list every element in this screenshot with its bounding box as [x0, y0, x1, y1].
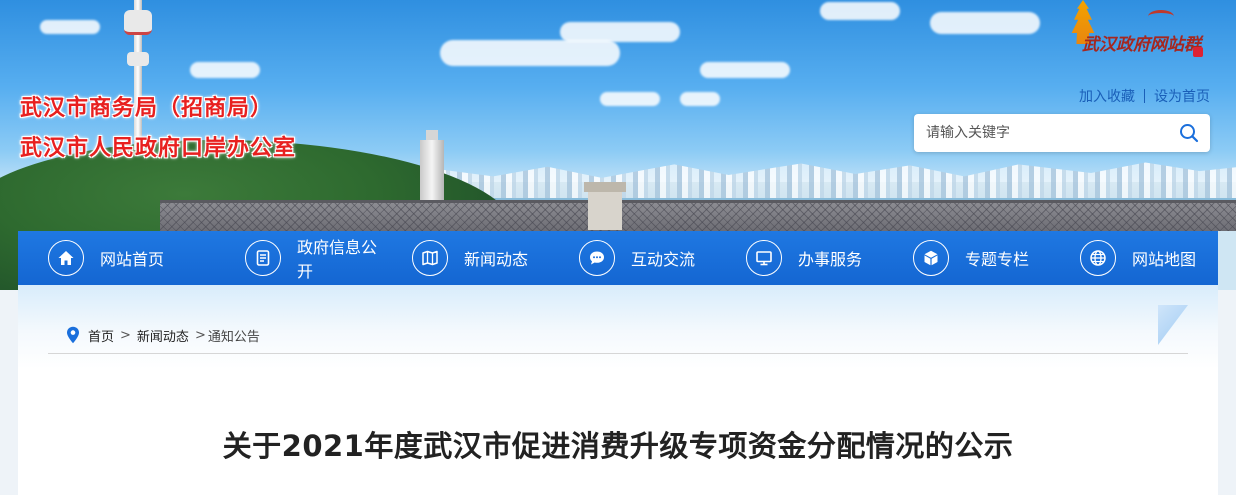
cloud	[190, 62, 260, 78]
nav-item-label: 互动交流	[631, 250, 696, 269]
nav-item-news[interactable]: 新闻动态	[382, 231, 549, 285]
cloud	[680, 92, 720, 106]
search-icon[interactable]	[1178, 122, 1200, 144]
nav-item-label: 办事服务	[798, 250, 863, 269]
set-homepage-link[interactable]: 设为首页	[1154, 86, 1210, 106]
breadcrumb-notices[interactable]: 通知公告	[208, 326, 260, 345]
breadcrumb-news[interactable]: 新闻动态	[137, 326, 189, 345]
nav-item-label: 专题专栏	[965, 250, 1030, 269]
nav-item-label: 新闻动态	[464, 250, 529, 269]
cloud	[560, 22, 680, 42]
chat-icon	[579, 240, 615, 276]
nav-item-gov-info[interactable]: 政府信息公开	[215, 231, 382, 285]
main-nav: 网站首页 政府信息公开 新闻动态 互动交流 办事服务 专题专栏 网站地图	[18, 231, 1218, 285]
divider	[1144, 89, 1145, 103]
article-title: 关于2021年度武汉市促进消费升级专项资金分配情况的公示	[222, 429, 1014, 463]
top-links: 加入收藏 设为首页	[1079, 86, 1210, 106]
tv-tower-pod	[124, 10, 152, 35]
nav-item-label: 网站地图	[1132, 250, 1197, 269]
search-input[interactable]	[914, 114, 1176, 152]
department-name-primary: 武汉市商务局（招商局）	[20, 96, 274, 121]
breadcrumb: 首页 > 新闻动态 > 通知公告	[48, 317, 1188, 354]
nav-item-label: 网站首页	[100, 250, 165, 269]
cloud	[440, 40, 620, 66]
cloud	[40, 20, 100, 34]
nav-item-sitemap[interactable]: 网站地图	[1050, 231, 1217, 285]
search-box	[914, 114, 1210, 152]
add-favorite-link[interactable]: 加入收藏	[1079, 86, 1135, 106]
breadcrumb-home[interactable]: 首页	[88, 326, 114, 345]
nav-item-label: 政府信息公开	[297, 238, 378, 281]
newspaper-icon	[412, 240, 448, 276]
department-name-secondary: 武汉市人民政府口岸办公室	[20, 136, 297, 161]
yangtze-bridge	[160, 200, 1236, 231]
nav-item-special-topics[interactable]: 专题专栏	[883, 231, 1050, 285]
site-group-logo[interactable]: 武汉政府网站群	[1060, 0, 1210, 66]
location-pin-icon	[67, 326, 79, 344]
cloud	[700, 62, 790, 78]
monitor-icon	[746, 240, 782, 276]
document-icon	[245, 240, 281, 276]
breadcrumb-separator: >	[194, 327, 206, 343]
breadcrumb-separator: >	[120, 327, 131, 343]
cloud	[600, 92, 660, 106]
cloud	[820, 2, 900, 20]
cube-icon	[913, 240, 949, 276]
tv-tower-pod	[127, 52, 149, 66]
logo-text: 武汉政府网站群	[1082, 35, 1201, 55]
cloud	[930, 12, 1040, 34]
nav-item-interaction[interactable]: 互动交流	[549, 231, 716, 285]
nav-item-home[interactable]: 网站首页	[18, 231, 215, 285]
bridge-tower	[584, 182, 626, 230]
seal-icon	[1193, 47, 1203, 57]
globe-icon	[1080, 240, 1116, 276]
bird-icon	[1148, 10, 1174, 23]
highrise-building	[420, 130, 444, 202]
home-icon	[48, 240, 84, 276]
nav-item-services[interactable]: 办事服务	[716, 231, 883, 285]
main-content: 首页 > 新闻动态 > 通知公告 关于2021年度武汉市促进消费升级专项资金分配…	[18, 285, 1218, 495]
